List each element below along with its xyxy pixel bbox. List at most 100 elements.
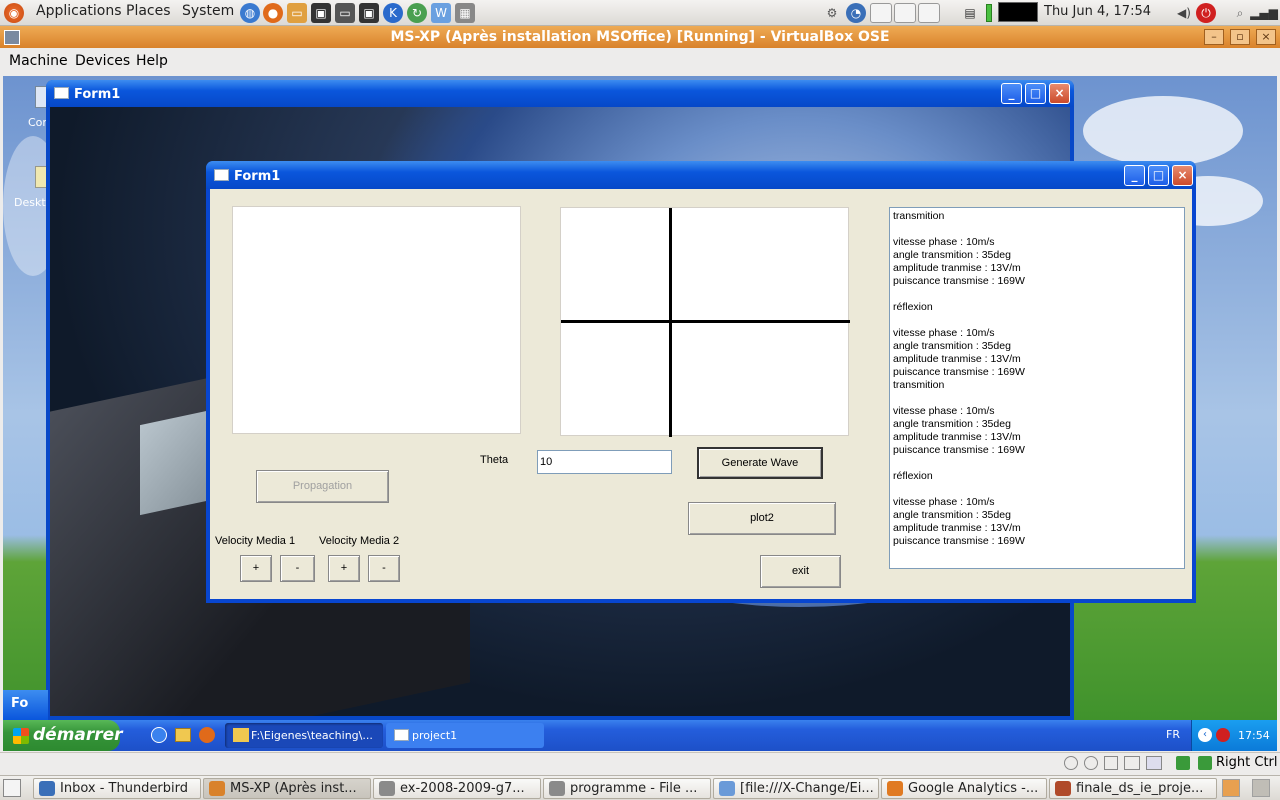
window-list-1-icon[interactable] [870, 3, 892, 23]
battery-icon[interactable] [986, 4, 992, 22]
kde-icon[interactable]: K [383, 3, 403, 23]
main-form-titlebar[interactable]: Form1 _ □ × [206, 161, 1196, 189]
host-task-label: Inbox - Thunderbird [60, 781, 189, 796]
xp-clock[interactable]: 17:54 [1238, 720, 1270, 751]
host-task-thunderbird[interactable]: Inbox - Thunderbird [33, 778, 201, 799]
system-monitor-icon[interactable] [998, 2, 1038, 22]
plot2-button[interactable]: plot2 [688, 502, 836, 535]
refresh-icon[interactable]: ↻ [407, 3, 427, 23]
panel-clock[interactable]: Thu Jun 4, 17:54 [1044, 4, 1151, 19]
host-task-file-manager[interactable]: programme - File ... [543, 778, 711, 799]
monitor-icon[interactable]: ▭ [335, 3, 355, 23]
plot-horizontal-axis [561, 320, 850, 323]
main-form-window[interactable]: Form1 _ □ × Theta Generate Wave plot2 ex… [206, 161, 1196, 603]
vbox-app-icon [4, 30, 20, 45]
back-form-minimize-button[interactable]: _ [1001, 83, 1022, 104]
velocity-1-minus-button[interactable]: - [280, 555, 315, 582]
browser-icon[interactable]: ◔ [846, 3, 866, 23]
main-form-minimize-button[interactable]: _ [1124, 165, 1145, 186]
thunderbird-icon [39, 781, 55, 796]
main-form-title: Form1 [234, 169, 281, 184]
hdd-activity-icon[interactable] [1064, 756, 1078, 770]
keyboard-capture-icon[interactable] [1198, 756, 1212, 770]
menu-machine[interactable]: Machine [9, 53, 68, 69]
terminal-2-icon[interactable]: ▣ [359, 3, 379, 23]
quicklaunch-ie-icon[interactable] [151, 727, 167, 743]
output-textbox[interactable]: transmition vitesse phase : 10m/s angle t… [889, 207, 1185, 569]
xp-taskbar [3, 720, 1277, 751]
menu-help[interactable]: Help [136, 53, 168, 69]
vbox-close-button[interactable]: × [1256, 29, 1276, 45]
window-list-3-icon[interactable] [918, 3, 940, 23]
terminal-icon[interactable]: ▣ [311, 3, 331, 23]
left-picture-box[interactable] [232, 206, 521, 434]
theta-input[interactable] [537, 450, 672, 474]
vbox-minimize-button[interactable]: – [1204, 29, 1224, 45]
host-task-google-analytics[interactable]: Google Analytics -... [881, 778, 1047, 799]
menu-applications[interactable]: Applications [36, 3, 122, 19]
host-task-pdf[interactable]: finale_ds_ie_proje... [1049, 778, 1217, 799]
output-line: vitesse phase : 10m/s [893, 496, 995, 508]
search-icon[interactable]: ⌕ [1230, 3, 1250, 23]
quicklaunch-folder-icon[interactable] [175, 728, 191, 742]
output-line: angle transmition : 35deg [893, 509, 1011, 521]
mouse-integration-icon[interactable] [1176, 756, 1190, 770]
firefox-icon[interactable]: ● [263, 3, 283, 23]
floppy-icon[interactable] [1104, 756, 1118, 770]
menu-system[interactable]: System [182, 3, 234, 19]
desktop-icon-label[interactable]: Cor [28, 116, 47, 129]
window-list-2-icon[interactable] [894, 3, 916, 23]
volume-icon[interactable]: ◀) [1174, 3, 1194, 23]
menu-places[interactable]: Places [126, 3, 171, 19]
host-task-label: [file:///X-Change/Ei... [740, 781, 874, 796]
velocity-1-plus-button[interactable]: + [240, 555, 272, 582]
shared-folder-icon[interactable] [1146, 756, 1162, 770]
taskbar-item-project1[interactable]: project1 [386, 723, 544, 748]
host-task-virtualbox[interactable]: MS-XP (Après inst... [203, 778, 371, 799]
gear-icon[interactable]: ⚙ [822, 3, 842, 23]
main-form-close-button[interactable]: × [1172, 165, 1193, 186]
workspace-switcher-1[interactable] [1222, 779, 1240, 797]
quicklaunch-firefox-icon[interactable] [199, 727, 215, 743]
velocity-media-2-label: Velocity Media 2 [319, 535, 400, 547]
show-desktop-icon[interactable] [3, 779, 21, 797]
language-indicator[interactable]: FR [1166, 728, 1180, 741]
network-icon[interactable]: ◍ [240, 3, 260, 23]
security-alert-icon[interactable] [1216, 728, 1230, 742]
propagation-button[interactable]: Propagation [256, 470, 389, 503]
power-icon[interactable]: ⏻ [1196, 3, 1216, 23]
signal-icon[interactable]: ▂▄▆ [1250, 3, 1278, 23]
taskbar-item-label: F:\Eigenes\teaching\... [251, 729, 373, 742]
host-task-browser-file[interactable]: [file:///X-Change/Ei... [713, 778, 879, 799]
network-wired-icon[interactable]: ▤ [960, 3, 980, 23]
network-adapter-icon[interactable] [1124, 756, 1140, 770]
trash-icon[interactable] [1252, 779, 1270, 797]
cd-icon[interactable] [1084, 756, 1098, 770]
calculator-icon[interactable]: ▦ [455, 3, 475, 23]
main-form-maximize-button[interactable]: □ [1148, 165, 1169, 186]
menu-devices[interactable]: Devices [75, 53, 130, 69]
offscreen-window-stub[interactable]: Fo [3, 690, 48, 720]
guest-desktop: Cor Deskto Form1 _ □ × Form1 _ □ × Theta… [3, 76, 1277, 751]
velocity-2-plus-button[interactable]: + [328, 555, 360, 582]
back-form-close-button[interactable]: × [1049, 83, 1070, 104]
output-line: vitesse phase : 10m/s [893, 236, 995, 248]
plot-picture-box[interactable] [560, 207, 850, 437]
back-form-titlebar[interactable]: Form1 _ □ × [46, 80, 1074, 107]
folder-icon[interactable]: ▭ [287, 3, 307, 23]
vbox-maximize-button[interactable]: ▫ [1230, 29, 1250, 45]
output-line: transmition [893, 210, 945, 222]
chart-app-icon[interactable]: W [431, 3, 451, 23]
tray-expand-icon[interactable]: ‹ [1198, 728, 1212, 742]
taskbar-item-explorer[interactable]: F:\Eigenes\teaching\... [225, 723, 383, 748]
back-form-maximize-button[interactable]: □ [1025, 83, 1046, 104]
output-line: réflexion [893, 301, 933, 313]
velocity-2-minus-button[interactable]: - [368, 555, 400, 582]
ubuntu-logo-icon[interactable]: ◉ [4, 3, 24, 23]
generate-wave-button[interactable]: Generate Wave [697, 447, 823, 479]
host-task-document[interactable]: ex-2008-2009-g7... [373, 778, 541, 799]
exit-button[interactable]: exit [760, 555, 841, 588]
output-line: vitesse phase : 10m/s [893, 327, 995, 339]
windows-logo-icon [13, 728, 29, 744]
